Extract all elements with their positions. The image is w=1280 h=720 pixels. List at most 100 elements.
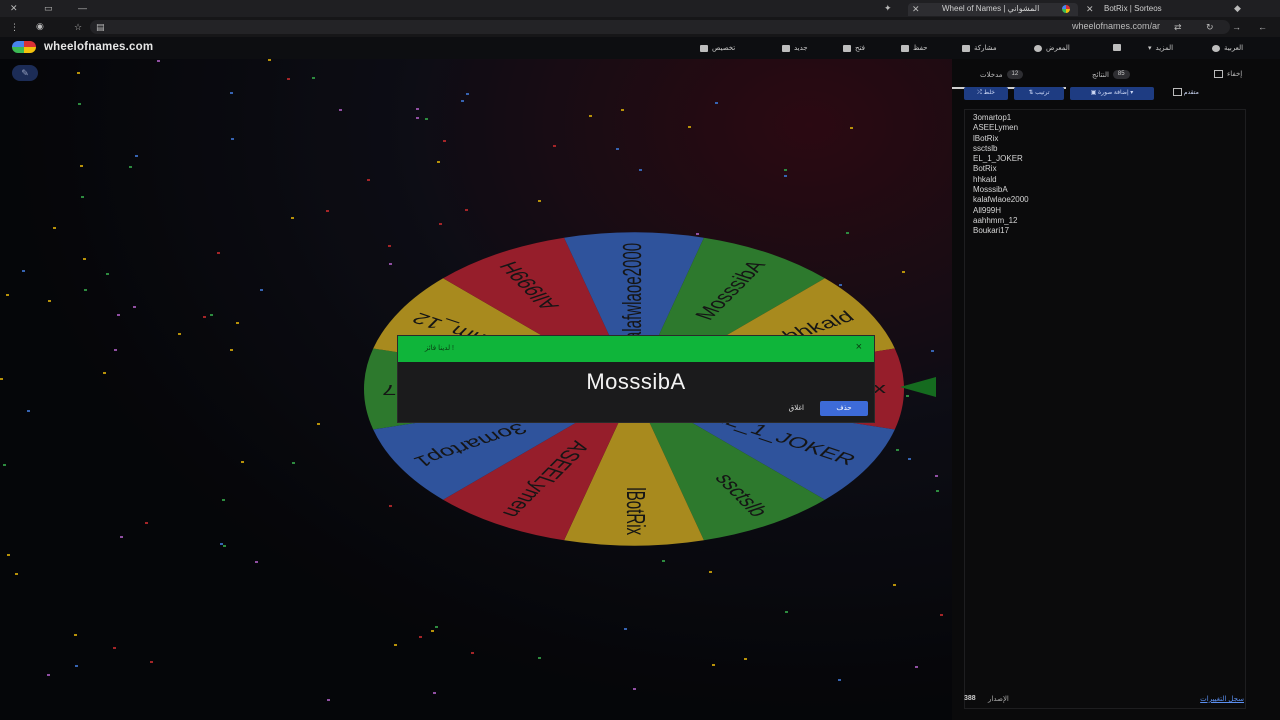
entry-line: EL_1_JOKER xyxy=(973,154,1023,164)
changelog-link[interactable]: سجل التغييرات xyxy=(1200,695,1244,703)
entries-textbox[interactable]: 3omartop1 ASEELymen lBotRix ssctslb EL_1_JOK… xyxy=(964,109,1246,709)
version-number: 388 xyxy=(964,695,976,702)
menu-gallery[interactable]: المعرض xyxy=(1034,44,1070,52)
tab-close-icon[interactable]: ✕ xyxy=(912,4,920,14)
globe-icon xyxy=(1212,44,1220,52)
window-close-icon[interactable]: ✕ xyxy=(10,3,18,13)
add-image-label: إضافة صورة xyxy=(1098,90,1129,96)
menu-label: فتح xyxy=(855,45,865,52)
advanced-toggle[interactable]: متقدم xyxy=(1164,87,1208,100)
entry-line: BotRix xyxy=(973,164,997,174)
window-restore-icon[interactable]: ▭ xyxy=(44,3,53,13)
tab-botrix[interactable]: ✕ BotRix | Sorteos xyxy=(1084,3,1224,16)
tab-entries[interactable]: مدخلات 12 xyxy=(980,70,1024,79)
window-minimize-icon[interactable]: — xyxy=(78,3,87,13)
remove-winner-button[interactable]: حذف xyxy=(820,401,868,416)
browser-menu-icon[interactable]: ⋮ xyxy=(10,22,19,32)
search-icon xyxy=(1034,44,1042,52)
menu-new[interactable]: جديد xyxy=(782,44,808,52)
menu-label: المعرض xyxy=(1046,45,1070,52)
entry-line: aahhmm_12 xyxy=(973,215,1018,225)
sort-button[interactable]: ⇅ ترتيب xyxy=(1014,87,1064,100)
palette-icon xyxy=(700,44,708,52)
wheel-stage: ✎ Boukari17aahhmm_12All999Hkalafwlaoe200… xyxy=(0,59,952,720)
share-icon xyxy=(962,44,970,52)
entry-line: Boukari17 xyxy=(973,226,1010,236)
menu-fullscreen[interactable] xyxy=(1113,44,1121,51)
menu-label: العربية xyxy=(1224,45,1244,52)
menu-label: المزيد xyxy=(1155,45,1174,52)
panel-tabs: مدخلات 12 النتائج 85 إخفاء xyxy=(952,67,1252,89)
site-name[interactable]: wheelofnames.com xyxy=(44,41,153,53)
tab-wheel-of-names[interactable]: ✕ Wheel of Names | المشواني xyxy=(908,3,1078,16)
chevron-down-icon: ▾ xyxy=(1148,45,1152,52)
reader-mode-icon[interactable]: ▤ xyxy=(96,22,105,32)
forward-icon[interactable]: → xyxy=(1232,22,1241,32)
menu-label: مشاركة xyxy=(974,45,997,52)
winner-name: MosssibA xyxy=(586,369,686,394)
browser-tab-bar: ✕ ▭ — ✦ ✕ Wheel of Names | المشواني ✕ Bo… xyxy=(0,0,1280,17)
tab-label: BotRix | Sorteos xyxy=(1104,4,1162,13)
tab-label: النتائج xyxy=(1092,71,1109,79)
wheel-favicon-icon xyxy=(1062,5,1070,13)
add-image-button[interactable]: ▣ إضافة صورة ▾ xyxy=(1070,87,1154,100)
entry-line: hhkald xyxy=(973,174,997,184)
url-text: wheelofnames.com/ar xyxy=(1071,21,1160,31)
entry-line: kalafwlaoe2000 xyxy=(973,195,1029,205)
winner-dialog: لدينا فائز ! × MosssibA حذف اغلاق xyxy=(397,335,875,423)
entry-line: 3omartop1 xyxy=(973,113,1012,122)
entries-list: 3omartop1 ASEELymen lBotRix ssctslb EL_1_JOK… xyxy=(973,113,1029,237)
close-icon[interactable]: × xyxy=(856,341,862,353)
wheel-logo-icon[interactable] xyxy=(12,41,36,53)
checkbox-icon xyxy=(1173,88,1183,97)
new-file-icon xyxy=(782,44,790,52)
winner-dialog-header: لدينا فائز ! × xyxy=(398,336,874,362)
app-header: wheelofnames.com تخصيص جديد فتح حفظ مشار… xyxy=(0,37,1280,60)
save-icon xyxy=(901,44,909,52)
shuffle-label: خلط xyxy=(983,90,995,96)
menu-customize[interactable]: تخصيص xyxy=(700,44,735,52)
winner-dialog-title: لدينا فائز ! xyxy=(424,345,454,352)
close-dialog-button[interactable]: اغلاق xyxy=(789,404,804,412)
entries-count-badge: 12 xyxy=(1006,70,1024,79)
menu-label: حفظ xyxy=(913,45,928,52)
entries-toolbar: ⤮ خلط ⇅ ترتيب ▣ إضافة صورة ▾ متقدم xyxy=(964,87,1250,101)
eye-icon[interactable]: ◉ xyxy=(36,21,44,31)
reload-icon[interactable]: ↻ xyxy=(1206,22,1214,32)
menu-share[interactable]: مشاركة xyxy=(962,44,997,52)
hide-label: إخفاء xyxy=(1227,71,1243,78)
tab-search-icon[interactable]: ✦ xyxy=(884,3,892,13)
bookmark-star-icon[interactable]: ☆ xyxy=(74,22,82,32)
advanced-label: متقدم xyxy=(1183,90,1199,96)
address-bar: ⋮ ◉ ☆ ▤ wheelofnames.com/ar ⇄ ↻ → ← xyxy=(0,17,1280,37)
entry-line: All999H xyxy=(973,205,1002,215)
sort-label: ترتيب xyxy=(1035,90,1050,96)
url-field[interactable] xyxy=(90,20,1230,34)
entries-panel: مدخلات 12 النتائج 85 إخفاء ⤮ خلط ⇅ ترتيب… xyxy=(952,59,1280,720)
menu-language[interactable]: العربية xyxy=(1212,44,1243,52)
folder-icon xyxy=(843,44,851,52)
tab-label: Wheel of Names | المشواني xyxy=(942,4,1040,13)
menu-open[interactable]: فتح xyxy=(843,44,865,52)
menu-label: تخصيص xyxy=(712,45,736,52)
entry-line: MosssibA xyxy=(973,185,1008,195)
entry-line: ssctslb xyxy=(973,143,998,153)
chevron-down-icon: ▾ xyxy=(1128,90,1134,96)
tab-results[interactable]: النتائج 85 xyxy=(1092,70,1130,79)
checkbox-icon xyxy=(1214,70,1223,78)
entry-line: lBotRix xyxy=(973,133,999,143)
menu-label: جديد xyxy=(794,45,808,52)
menu-save[interactable]: حفظ xyxy=(901,44,928,52)
image-icon: ▣ xyxy=(1090,90,1099,96)
results-count-badge: 85 xyxy=(1112,70,1130,79)
shuffle-button[interactable]: ⤮ خلط xyxy=(964,87,1008,100)
tab-label: مدخلات xyxy=(980,71,1003,79)
version-label: الإصدار xyxy=(988,696,1009,703)
fullscreen-icon xyxy=(1113,44,1121,51)
menu-more[interactable]: ▾ المزيد xyxy=(1148,44,1173,52)
site-settings-icon[interactable]: ⇄ xyxy=(1174,22,1182,32)
back-icon[interactable]: ← xyxy=(1258,22,1267,32)
tab-close-icon[interactable]: ✕ xyxy=(1086,4,1094,14)
hide-panel-toggle[interactable]: إخفاء xyxy=(1214,70,1242,78)
entry-line: ASEELymen xyxy=(973,123,1019,133)
